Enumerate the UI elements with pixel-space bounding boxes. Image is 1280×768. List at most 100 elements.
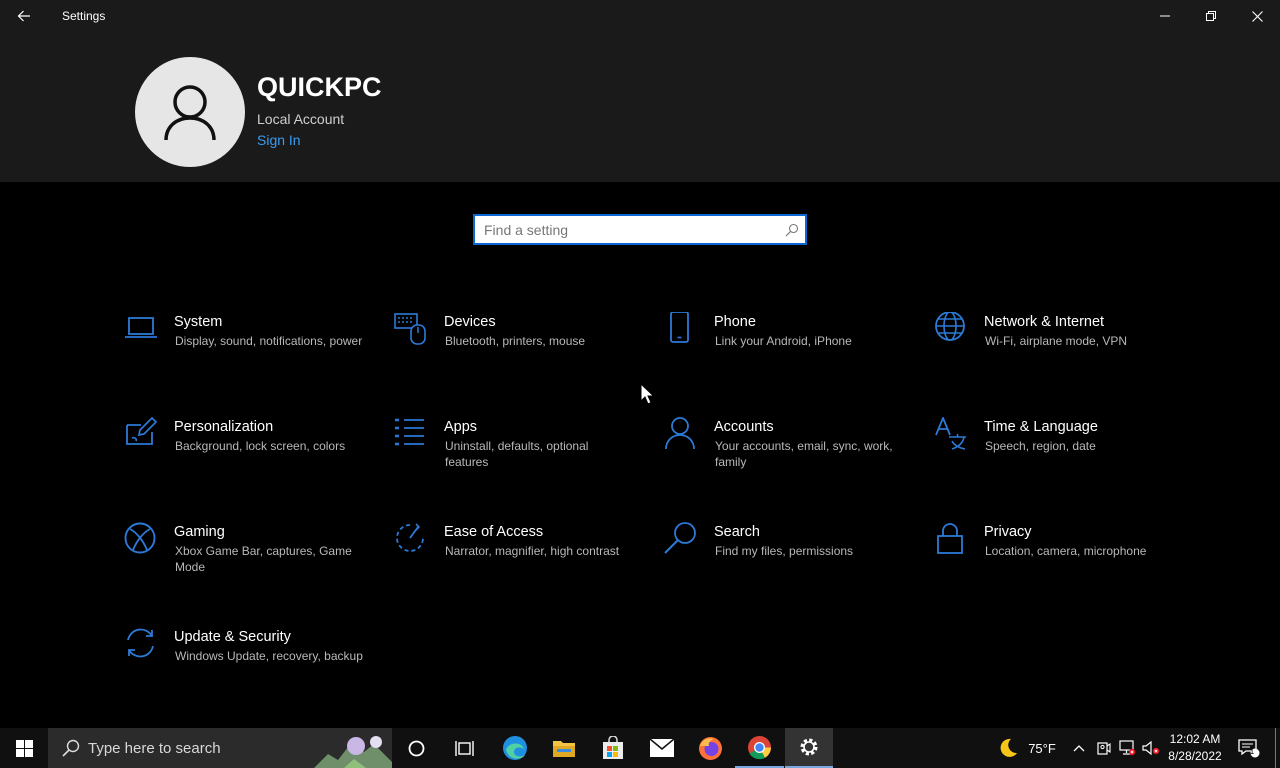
meet-now-button[interactable] — [1092, 728, 1114, 768]
network-icon — [1119, 740, 1136, 756]
category-accounts[interactable]: Accounts Your accounts, email, sync, wor… — [664, 417, 914, 499]
category-name: Privacy — [984, 524, 1032, 540]
settings-search-box — [473, 214, 807, 245]
firefox-icon — [699, 736, 722, 760]
taskbar-search-icon — [62, 739, 80, 757]
settings-search-input[interactable] — [475, 216, 779, 243]
globe-icon — [935, 312, 965, 341]
minimize-icon — [1160, 15, 1170, 17]
taskbar-mail[interactable] — [637, 728, 686, 768]
category-devices[interactable]: Devices Bluetooth, printers, mouse — [394, 313, 644, 394]
close-icon — [1251, 10, 1263, 22]
taskbar-file-explorer[interactable] — [539, 728, 588, 768]
category-description: Background, lock screen, colors — [175, 439, 346, 453]
title-bar: Settings — [0, 0, 1280, 32]
user-icon — [164, 85, 216, 141]
category-description: Uninstall, defaults, optional features — [445, 439, 589, 469]
category-description: Location, camera, microphone — [985, 544, 1147, 558]
cortana-icon — [408, 740, 424, 756]
category-search[interactable]: Search Find my files, permissions — [664, 522, 914, 604]
category-name: Phone — [714, 314, 756, 330]
category-personalization[interactable]: Personalization Background, lock screen,… — [124, 417, 374, 499]
account-header: QUICKPC Local Account Sign In — [0, 32, 1280, 182]
weather-temperature-text: 75°F — [1028, 740, 1056, 756]
chevron-up-icon — [1073, 745, 1085, 752]
category-description: Speech, region, date — [985, 439, 1096, 453]
mail-icon — [649, 739, 674, 757]
volume-button[interactable] — [1140, 728, 1162, 768]
task-view-icon — [454, 740, 474, 756]
apps-list-icon — [395, 418, 424, 446]
chrome-icon — [748, 735, 772, 759]
category-description: Your accounts, email, sync, work, family — [715, 439, 893, 469]
category-name: Apps — [444, 419, 478, 435]
window-controls — [1142, 0, 1280, 32]
windows-logo-icon — [15, 739, 33, 757]
category-system[interactable]: System Display, sound, notifications, po… — [124, 314, 374, 394]
category-privacy[interactable]: Privacy Location, camera, microphone — [934, 523, 1184, 604]
restore-button[interactable] — [1188, 0, 1234, 32]
minimize-button[interactable] — [1142, 0, 1188, 32]
account-type: Local Account — [257, 111, 345, 127]
category-gaming[interactable]: Gaming Xbox Game Bar, captures, Game Mod… — [124, 522, 374, 604]
category-apps[interactable]: Apps Uninstall, defaults, optional featu… — [394, 418, 644, 499]
category-name: Time & Language — [984, 419, 1098, 435]
taskbar-search-box[interactable]: Type here to search — [48, 728, 392, 768]
category-name: Personalization — [174, 419, 274, 435]
network-status-button[interactable] — [1116, 728, 1138, 768]
taskbar-search-placeholder: Type here to search — [88, 739, 221, 757]
category-description: Find my files, permissions — [715, 544, 854, 558]
cortana-button[interactable] — [392, 728, 440, 768]
back-button[interactable] — [0, 0, 48, 32]
show-desktop-divider[interactable] — [1275, 728, 1276, 768]
category-name: Accounts — [714, 419, 774, 435]
account-name: QUICKPC — [257, 72, 382, 102]
task-view-button[interactable] — [440, 728, 488, 768]
avatar[interactable] — [135, 57, 245, 167]
taskbar-chrome[interactable] — [735, 728, 784, 768]
category-description: Windows Update, recovery, backup — [175, 649, 363, 663]
edge-icon — [502, 736, 527, 760]
category-time-language[interactable]: Time & Language Speech, region, date — [934, 417, 1184, 499]
folder-icon — [552, 741, 575, 757]
category-name: Update & Security — [174, 629, 291, 645]
show-hidden-icons-button[interactable] — [1068, 728, 1090, 768]
notification-count: 1 — [1249, 747, 1255, 756]
phone-icon — [670, 312, 689, 343]
category-name: Search — [714, 524, 760, 540]
taskbar-microsoft-store[interactable] — [588, 728, 637, 768]
clock[interactable]: 12:02 AM 8/28/2022 — [1162, 731, 1228, 765]
category-name: Network & Internet — [984, 314, 1105, 330]
laptop-icon — [125, 317, 157, 338]
category-name: Gaming — [174, 524, 225, 540]
close-button[interactable] — [1234, 0, 1280, 32]
moon-icon — [1000, 738, 1017, 757]
search-icon[interactable] — [779, 216, 805, 243]
category-name: System — [174, 314, 223, 330]
devices-icon — [394, 313, 426, 345]
sign-in-link[interactable]: Sign In — [257, 132, 301, 148]
volume-muted-icon — [1142, 740, 1160, 756]
paint-icon — [126, 417, 158, 445]
category-network-internet[interactable]: Network & Internet Wi-Fi, airplane mode,… — [934, 312, 1184, 394]
search-highlight-illustration-icon — [314, 736, 392, 768]
category-ease-of-access[interactable]: Ease of Access Narrator, magnifier, high… — [394, 523, 644, 604]
weather-temperature[interactable]: 75°F — [1024, 728, 1060, 768]
restore-icon — [1206, 11, 1216, 21]
back-arrow-icon — [17, 10, 30, 22]
weather-widget[interactable] — [992, 728, 1024, 768]
category-phone[interactable]: Phone Link your Android, iPhone — [664, 312, 914, 394]
sync-icon — [127, 628, 154, 658]
taskbar-edge[interactable] — [490, 728, 539, 768]
start-button[interactable] — [0, 728, 48, 768]
category-description: Display, sound, notifications, power — [175, 334, 363, 348]
person-icon — [665, 417, 695, 450]
ease-of-access-icon — [396, 523, 424, 552]
clock-date: 8/28/2022 — [1168, 749, 1222, 763]
action-center-button[interactable]: 1 — [1234, 728, 1264, 768]
category-update-security[interactable]: Update & Security Windows Update, recove… — [124, 628, 374, 709]
taskbar-settings[interactable] — [785, 728, 833, 768]
taskbar-firefox[interactable] — [686, 728, 735, 768]
category-description: Xbox Game Bar, captures, Game Mode — [175, 544, 352, 574]
time-language-icon — [935, 417, 966, 450]
